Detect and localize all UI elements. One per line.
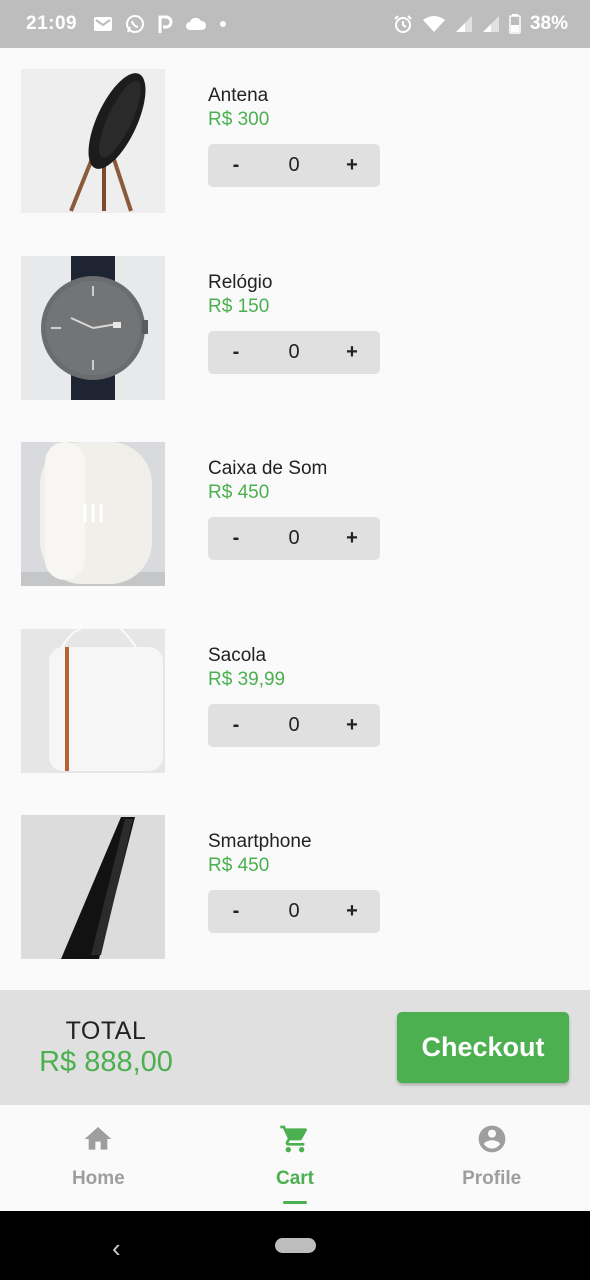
product-image [21, 69, 165, 213]
account-circle-icon [478, 1125, 506, 1153]
product-price: R$ 150 [208, 296, 270, 317]
total-label: TOTAL [65, 1017, 147, 1045]
cart-item-caixa-de-som: Caixa de Som R$ 450 - 0 + [0, 442, 590, 586]
increment-button[interactable]: + [324, 154, 380, 177]
increment-button[interactable]: + [324, 900, 380, 923]
quantity-stepper: - 0 + [208, 890, 380, 933]
dot-icon [220, 21, 227, 27]
product-image [21, 256, 165, 400]
nav-cart-label: Cart [276, 1168, 315, 1189]
product-name: Smartphone [208, 831, 312, 852]
alarm-icon [394, 15, 412, 33]
quantity-value: 0 [288, 154, 300, 176]
system-navigation-bar: ‹ [0, 1211, 590, 1280]
home-pill[interactable] [275, 1238, 316, 1253]
decrement-button[interactable]: - [208, 527, 264, 550]
cart-item-antena: Antena R$ 300 - 0 + [0, 69, 590, 213]
product-name: Relógio [208, 272, 273, 293]
quantity-stepper: - 0 + [208, 704, 380, 747]
product-price: R$ 450 [208, 482, 270, 503]
nav-profile-label: Profile [462, 1168, 522, 1189]
total-value: R$ 888,00 [39, 1046, 173, 1078]
quantity-value: 0 [288, 527, 300, 549]
quantity-value: 0 [288, 900, 300, 922]
quantity-value: 0 [288, 714, 300, 736]
nav-profile[interactable]: Profile [393, 1105, 590, 1211]
decrement-button[interactable]: - [208, 154, 264, 177]
status-time: 21:09 [26, 13, 78, 34]
product-price: R$ 39,99 [208, 669, 286, 690]
cloud-icon [186, 17, 207, 30]
whatsapp-icon [126, 15, 145, 33]
wifi-icon [422, 16, 445, 32]
decrement-button[interactable]: - [208, 900, 264, 923]
product-image [21, 815, 165, 959]
product-name: Antena [208, 85, 269, 106]
back-icon[interactable]: ‹ [112, 1233, 121, 1264]
product-image [21, 629, 165, 773]
signal-icon [482, 16, 499, 32]
nav-home[interactable]: Home [0, 1105, 197, 1211]
quantity-value: 0 [288, 341, 300, 363]
increment-button[interactable]: + [324, 527, 380, 550]
increment-button[interactable]: + [324, 341, 380, 364]
p-app-icon [158, 15, 173, 33]
nav-cart[interactable]: Cart [197, 1105, 394, 1211]
quantity-stepper: - 0 + [208, 144, 380, 187]
product-price: R$ 450 [208, 855, 270, 876]
quantity-stepper: - 0 + [208, 331, 380, 374]
cart-icon [280, 1125, 308, 1153]
product-price: R$ 300 [208, 109, 270, 130]
product-name: Sacola [208, 645, 267, 666]
total-bar: TOTAL R$ 888,00 Checkout [0, 990, 590, 1105]
cart-item-sacola: Sacola R$ 39,99 - 0 + [0, 629, 590, 773]
increment-button[interactable]: + [324, 714, 380, 737]
decrement-button[interactable]: - [208, 341, 264, 364]
battery-icon [509, 14, 521, 34]
decrement-button[interactable]: - [208, 714, 264, 737]
gmail-icon [94, 17, 113, 31]
status-bar: 21:09 38% [0, 0, 590, 48]
checkout-button[interactable]: Checkout [397, 1012, 569, 1083]
nav-home-label: Home [71, 1168, 125, 1189]
bottom-navigation: Home Cart Profile [0, 1105, 590, 1211]
home-icon [84, 1127, 112, 1150]
quantity-stepper: - 0 + [208, 517, 380, 560]
cart-item-list[interactable]: Antena R$ 300 - 0 + Relógio R$ 150 - 0 +… [0, 48, 590, 990]
cart-item-relogio: Relógio R$ 150 - 0 + [0, 256, 590, 400]
signal-icon [455, 16, 472, 32]
product-name: Caixa de Som [208, 458, 328, 479]
product-image [21, 442, 165, 586]
active-tab-indicator [283, 1201, 307, 1204]
cart-item-smartphone: Smartphone R$ 450 - 0 + [0, 815, 590, 959]
battery-percent: 38% [529, 13, 568, 34]
